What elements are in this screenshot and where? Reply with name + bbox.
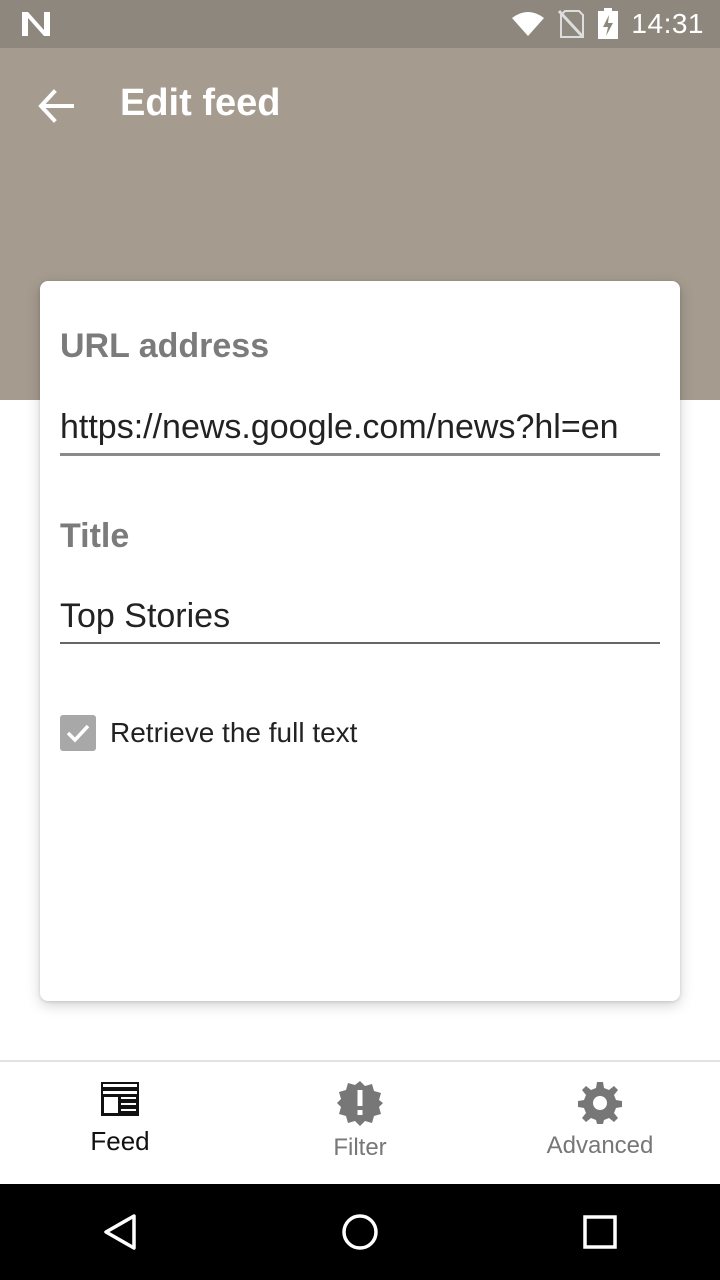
full-text-checkbox[interactable]: [60, 715, 96, 751]
title-label: Title: [60, 517, 130, 555]
title-field-underline: [60, 642, 660, 644]
page-title: Edit feed: [120, 82, 281, 124]
full-text-label: Retrieve the full text: [110, 717, 358, 748]
url-label: URL address: [60, 327, 270, 365]
arrow-left-icon: [38, 89, 74, 123]
status-bar: 14:31: [0, 0, 720, 48]
feed-icon: [101, 1082, 139, 1116]
status-time: 14:31: [631, 8, 704, 39]
tab-filter[interactable]: Filter: [240, 1062, 480, 1184]
url-field[interactable]: https://news.google.com/news?hl=en: [60, 407, 660, 447]
url-field-underline: [60, 453, 660, 456]
full-text-checkbox-row[interactable]: Retrieve the full text: [60, 715, 357, 751]
checkmark-icon: [66, 724, 90, 743]
system-navigation-bar: [0, 1184, 720, 1280]
tab-advanced-label: Advanced: [546, 1132, 654, 1159]
edit-feed-card: URL address https://news.google.com/news…: [40, 281, 680, 1001]
system-home-button[interactable]: [320, 1192, 400, 1272]
back-button[interactable]: [28, 78, 84, 134]
title-field[interactable]: Top Stories: [60, 596, 660, 636]
n-notification-icon: [22, 12, 50, 36]
battery-charging-icon: [598, 8, 619, 39]
gear-icon: [578, 1082, 622, 1124]
no-sim-icon: [558, 9, 585, 39]
wifi-icon: [512, 12, 545, 36]
bottom-navigation: Feed Filter Advanced: [0, 1060, 720, 1184]
system-back-button[interactable]: [80, 1192, 160, 1272]
alert-badge-icon: [337, 1081, 383, 1126]
home-circle-icon: [342, 1214, 378, 1250]
tab-feed[interactable]: Feed: [0, 1062, 240, 1184]
tab-advanced[interactable]: Advanced: [480, 1062, 720, 1184]
tab-filter-label: Filter: [333, 1134, 387, 1161]
tab-feed-label: Feed: [90, 1126, 150, 1156]
recents-square-icon: [583, 1215, 617, 1249]
back-triangle-icon: [104, 1214, 136, 1250]
system-recents-button[interactable]: [560, 1192, 640, 1272]
